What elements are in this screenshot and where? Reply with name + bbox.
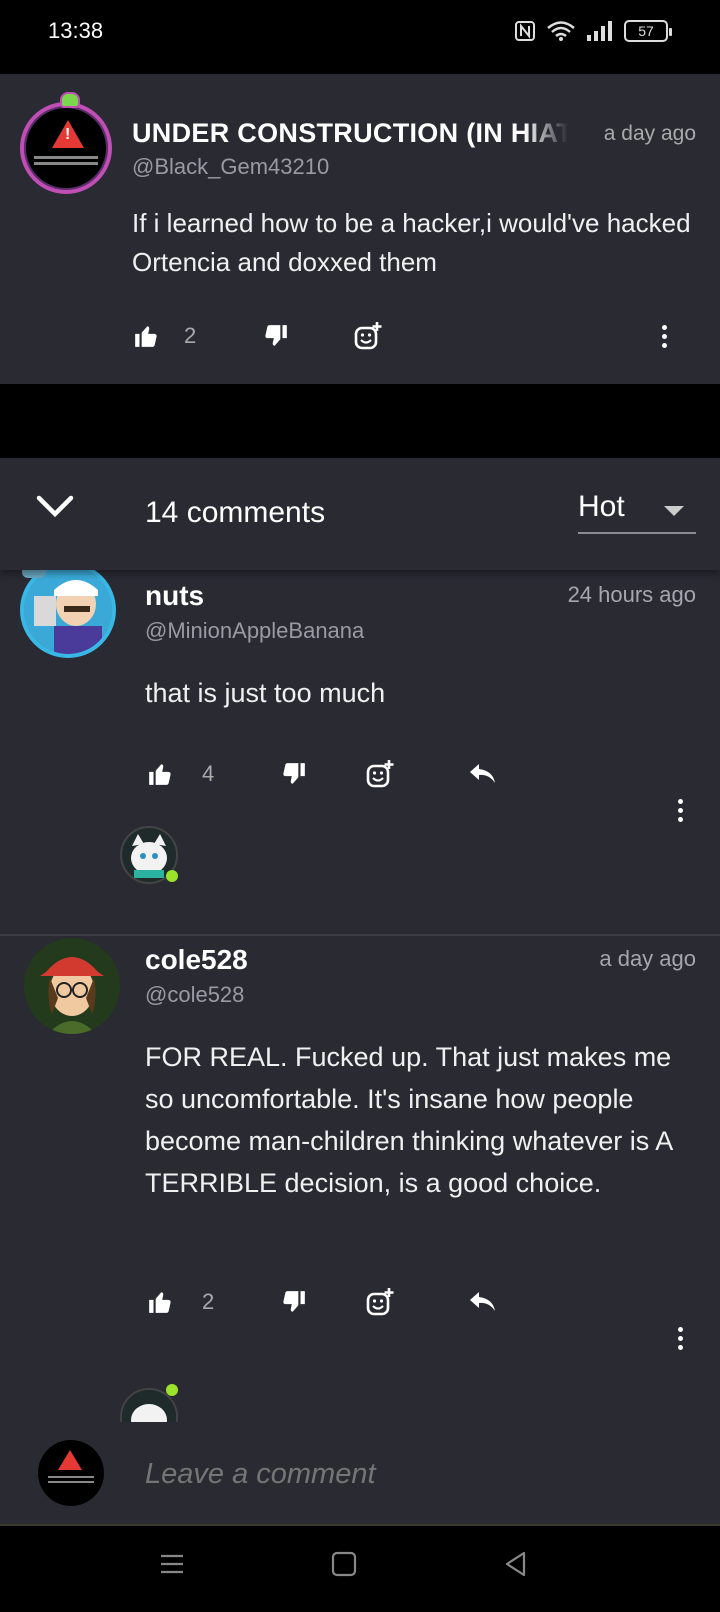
add-reaction-button[interactable]: [350, 318, 386, 354]
comment-compose-bar: [0, 1422, 720, 1526]
like-button[interactable]: [142, 1284, 178, 1320]
add-reaction-button[interactable]: [362, 1284, 398, 1320]
warning-icon: [58, 1450, 82, 1470]
comment-actions: 4: [142, 756, 500, 792]
battery-level: 57: [638, 23, 654, 39]
battery-icon: 57: [624, 20, 672, 42]
post-actions: 2: [128, 318, 386, 354]
warning-icon: [52, 120, 84, 148]
comment-more-options-icon[interactable]: [670, 1320, 690, 1356]
original-post: UNDER CONSTRUCTION (IN HIATUS) a day ago…: [0, 74, 720, 384]
comment-body: FOR REAL. Fucked up. That just makes me …: [145, 1042, 672, 1198]
status-bar: 13:38 57: [0, 0, 720, 72]
post-author-avatar[interactable]: [20, 92, 112, 194]
signal-icon: [587, 21, 612, 41]
comment-input[interactable]: [145, 1450, 665, 1498]
status-time: 13:38: [48, 18, 104, 43]
comment-author-handle: @cole528: [145, 982, 245, 1007]
comment-timestamp: 24 hours ago: [567, 582, 696, 607]
comment-author-name[interactable]: nuts: [145, 580, 204, 612]
home-button[interactable]: [330, 1550, 358, 1583]
post-body: If i learned how to be a hacker,i would'…: [132, 208, 691, 277]
avatar-decoration-icon: [22, 570, 46, 578]
comment-item: nuts 24 hours ago @MinionAppleBanana tha…: [0, 570, 720, 936]
online-indicator: [166, 1384, 178, 1396]
add-reaction-icon: [354, 322, 382, 350]
home-square-icon: [331, 1551, 357, 1577]
like-button[interactable]: [142, 756, 178, 792]
character-avatar-icon: [24, 570, 112, 654]
status-icons: 57: [514, 20, 672, 42]
avatar-caption-lines: [34, 156, 98, 159]
like-count: 4: [202, 761, 215, 786]
comment-item: cole528 a day ago @cole528 FOR REAL. Fuc…: [0, 936, 720, 1422]
comment-timestamp: a day ago: [599, 946, 696, 971]
menu-button[interactable]: [158, 1550, 186, 1583]
like-button[interactable]: [128, 318, 164, 354]
menu-icon: [161, 1554, 183, 1574]
comment-more-options-icon[interactable]: [670, 792, 690, 828]
nfc-icon: [515, 21, 535, 41]
comments-count: 14 comments: [145, 496, 326, 529]
comment-author-handle: @MinionAppleBanana: [145, 618, 365, 643]
thumbs-up-icon: [135, 326, 157, 347]
like-count: 2: [202, 1289, 215, 1314]
current-user-avatar: [38, 1440, 104, 1506]
post-author-handle: @Black_Gem43210: [132, 154, 330, 179]
reply-button[interactable]: [464, 756, 500, 792]
comments-list: nuts 24 hours ago @MinionAppleBanana tha…: [0, 570, 720, 1422]
sort-dropdown[interactable]: Hot: [578, 484, 696, 534]
thumbs-up-icon: [149, 764, 171, 785]
back-button[interactable]: [502, 1550, 530, 1583]
sort-value: Hot: [578, 490, 625, 523]
reply-button[interactable]: [464, 1284, 500, 1320]
dropdown-caret-icon: [664, 506, 684, 516]
reply-icon: [470, 1292, 496, 1311]
section-separator: [0, 384, 720, 458]
back-triangle-icon: [505, 1551, 526, 1577]
comments-header: 14 comments Hot: [0, 458, 720, 570]
comment-author-avatar[interactable]: [24, 938, 120, 1034]
system-navigation-bar: [0, 1526, 720, 1612]
post-author-name[interactable]: UNDER CONSTRUCTION (IN HIATUS): [132, 118, 568, 149]
add-reaction-icon: [366, 1288, 394, 1316]
comment-actions: 2: [142, 1284, 500, 1320]
avatar-caption-lines: [48, 1476, 94, 1478]
comment-author-avatar[interactable]: [20, 570, 116, 658]
online-indicator: [166, 870, 178, 882]
like-count: 2: [184, 323, 197, 348]
dislike-button[interactable]: [276, 1284, 312, 1320]
thumbs-down-icon: [283, 763, 306, 784]
dislike-button[interactable]: [276, 756, 312, 792]
post-timestamp: a day ago: [603, 122, 696, 145]
comment-body: that is just too much: [145, 678, 386, 708]
dislike-button[interactable]: [258, 318, 294, 354]
comment-author-name[interactable]: cole528: [145, 944, 248, 976]
frog-decoration-icon: [60, 92, 80, 108]
wifi-icon: [547, 21, 575, 41]
chevron-down-icon: [36, 495, 74, 518]
character-avatar-icon: [24, 938, 120, 1034]
thumbs-down-icon: [265, 325, 288, 346]
thumbs-down-icon: [283, 1291, 306, 1312]
add-reaction-icon: [366, 760, 394, 788]
collapse-comments-button[interactable]: [36, 494, 74, 525]
thumbs-up-icon: [149, 1292, 171, 1313]
add-reaction-button[interactable]: [362, 756, 398, 792]
reply-icon: [470, 764, 496, 783]
post-more-options-icon[interactable]: [654, 318, 674, 354]
